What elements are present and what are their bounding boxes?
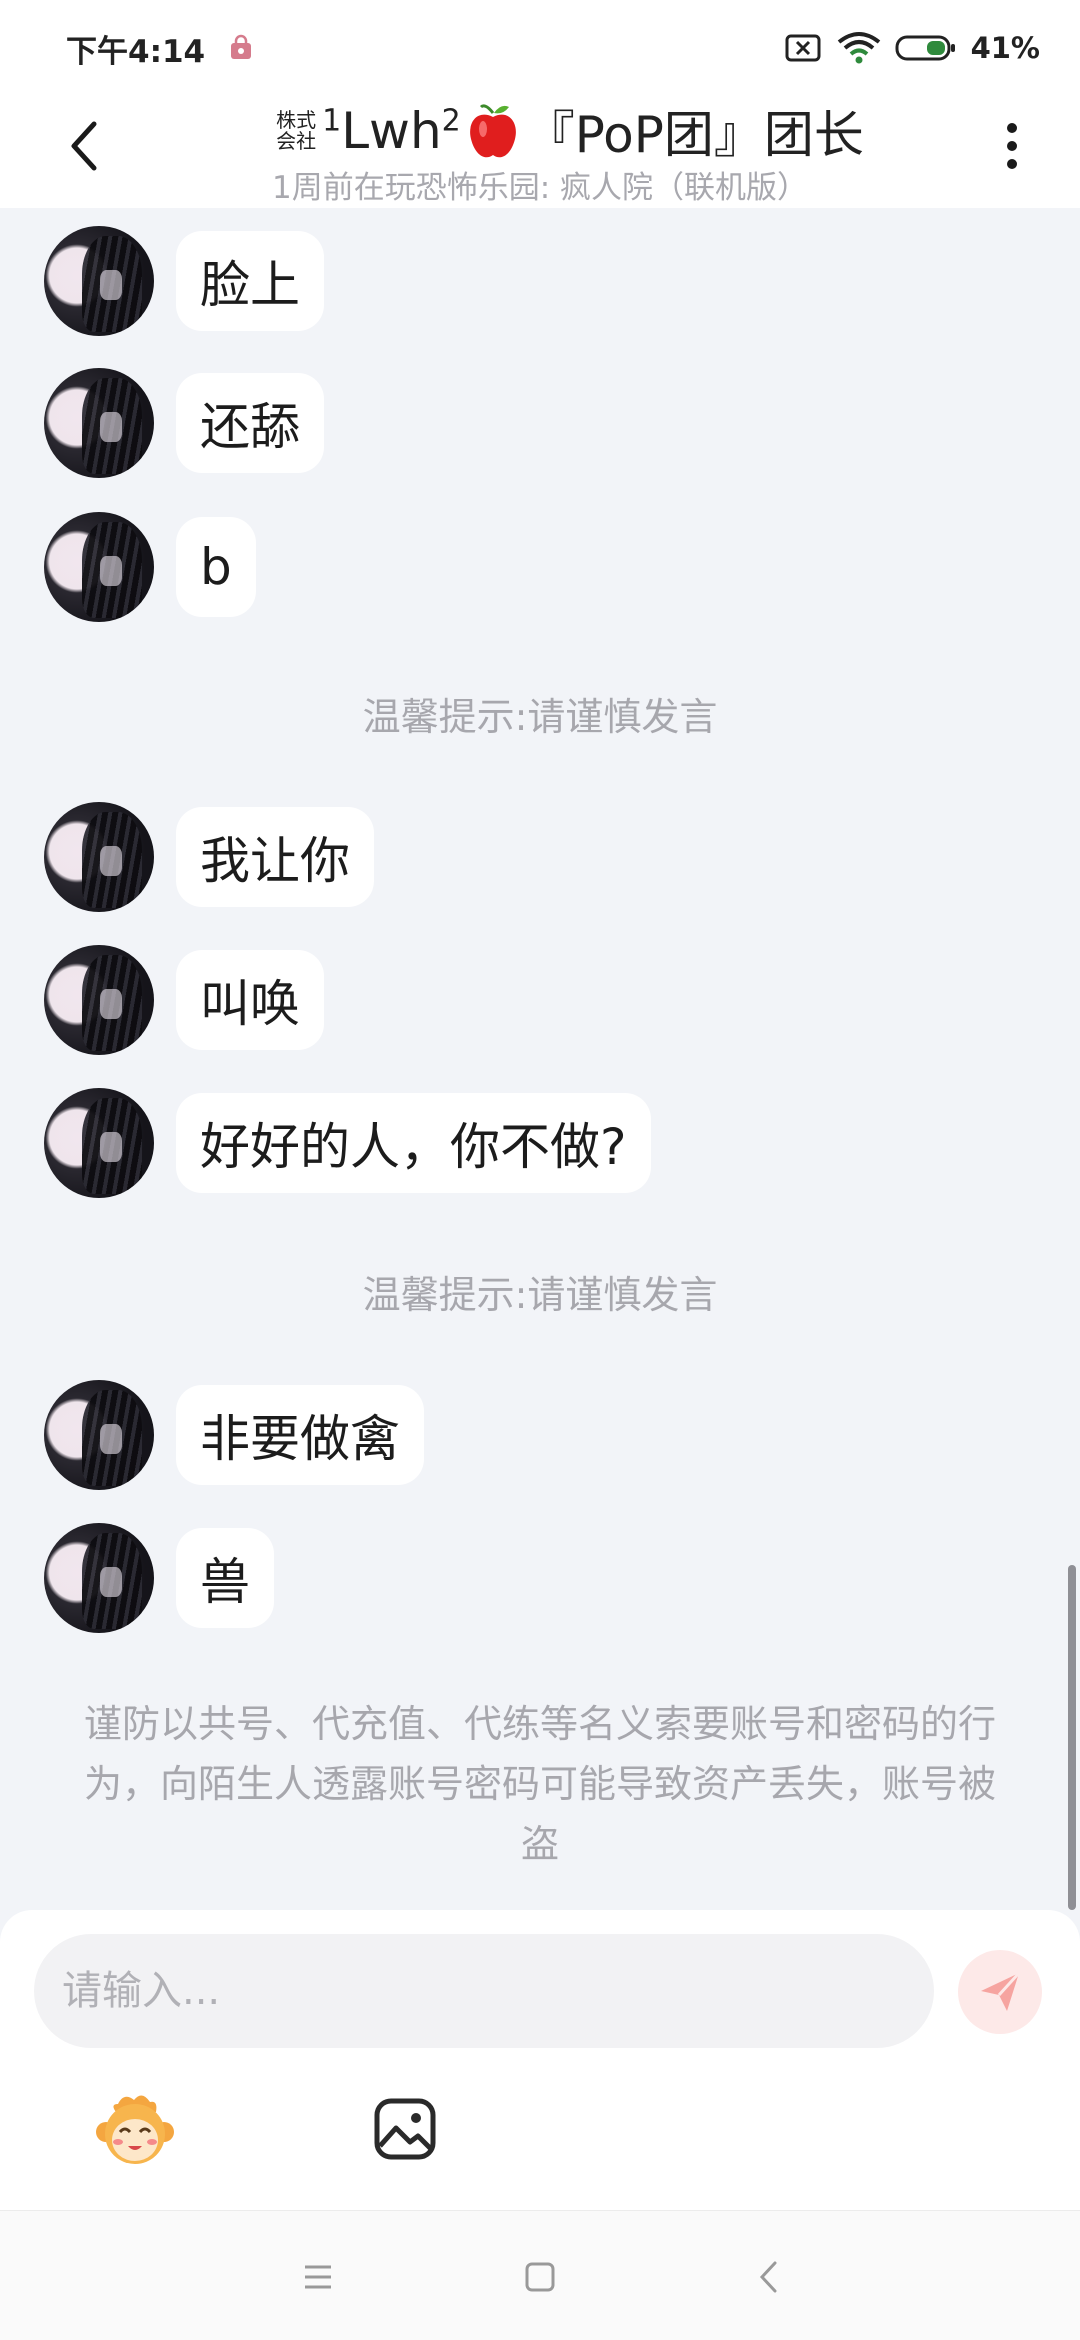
message-bubble[interactable]: 叫唤: [176, 950, 324, 1050]
message-item: 脸上: [44, 226, 324, 336]
send-button[interactable]: [958, 1950, 1042, 2034]
menu-icon: [305, 2265, 331, 2289]
monkey-emoji-icon: [96, 2095, 174, 2164]
avatar[interactable]: [44, 512, 154, 622]
message-bubble[interactable]: b: [176, 517, 256, 617]
message-bubble[interactable]: 还舔: [176, 373, 324, 473]
title-prefix: 株式 会社: [276, 108, 317, 153]
image-button[interactable]: [372, 2096, 438, 2162]
recent-apps-button[interactable]: [296, 2255, 340, 2299]
square-icon: [525, 2262, 555, 2292]
security-warning: 谨防以共号、代充值、代练等名义索要账号和密码的行为，向陌生人透露账号密码可能导致…: [83, 1702, 996, 1866]
message-input[interactable]: [34, 1934, 934, 2048]
avatar[interactable]: [44, 368, 154, 478]
title-name: 1Lwh2: [322, 102, 461, 160]
sim-off-icon: [785, 33, 823, 63]
image-icon: [374, 2098, 436, 2160]
message-item: 还舔: [44, 368, 324, 478]
avatar[interactable]: [44, 1380, 154, 1490]
tip-text: 温馨提示:请谨慎发言: [362, 1273, 718, 1317]
message-item: 兽: [44, 1523, 274, 1633]
message-bubble[interactable]: 好好的人，你不做?: [176, 1093, 651, 1193]
avatar[interactable]: [44, 945, 154, 1055]
message-item: 非要做禽: [44, 1380, 424, 1490]
avatar[interactable]: [44, 1088, 154, 1198]
more-button[interactable]: [980, 114, 1044, 178]
avatar[interactable]: [44, 226, 154, 336]
message-item: 我让你: [44, 802, 374, 912]
battery-percentage: 41%: [970, 31, 1040, 65]
chat-header: 株式 会社 1Lwh2 『PoP团』团长 1周前在玩恐怖乐园: 疯人院（联机版）: [0, 96, 1080, 208]
status-bar: 下午4:14 41%: [0, 0, 1080, 96]
home-button[interactable]: [518, 2255, 562, 2299]
wifi-icon: [837, 30, 881, 66]
message-bubble[interactable]: 脸上: [176, 231, 324, 331]
emoji-button[interactable]: [94, 2090, 176, 2172]
status-time: 下午4:14: [66, 33, 206, 70]
chevron-left-icon: [759, 2261, 777, 2293]
input-panel: [0, 1910, 1080, 2210]
message-item: 叫唤: [44, 945, 324, 1055]
nav-back-button[interactable]: [746, 2255, 790, 2299]
scrollbar[interactable]: [1068, 1565, 1076, 1910]
apple-icon: [467, 101, 519, 161]
title-suffix: 『PoP团』团长: [524, 106, 864, 164]
message-item: b: [44, 512, 256, 622]
tip-text: 温馨提示:请谨慎发言: [362, 695, 718, 739]
chat-subtitle: 1周前在玩恐怖乐园: 疯人院（联机版）: [271, 170, 809, 206]
avatar[interactable]: [44, 1523, 154, 1633]
message-bubble[interactable]: 非要做禽: [176, 1385, 424, 1485]
battery-icon: [895, 33, 957, 63]
message-bubble[interactable]: 兽: [176, 1528, 274, 1628]
message-bubble[interactable]: 我让你: [176, 807, 374, 907]
message-item: 好好的人，你不做?: [44, 1088, 651, 1198]
shopping-bag-icon: [227, 34, 255, 62]
avatar[interactable]: [44, 802, 154, 912]
paper-plane-icon: [981, 1971, 1021, 2011]
chat-title: 株式 会社 1Lwh2 『PoP团』团长: [250, 96, 890, 166]
more-vertical-icon: [1007, 123, 1017, 169]
system-nav-bar: [0, 2210, 1080, 2340]
message-list[interactable]: 脸上 还舔 b 温馨提示:请谨慎发言 我让你 叫唤 好好的人，你不做? 温馨提示…: [0, 208, 1080, 1910]
